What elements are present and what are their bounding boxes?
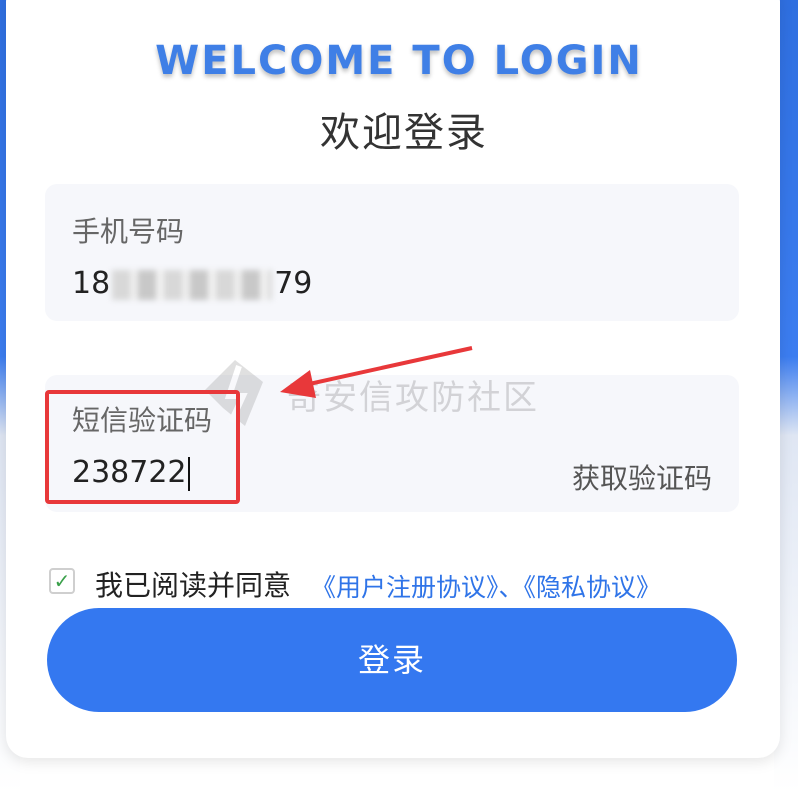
agree-checkbox[interactable]: ✓ [49,568,75,594]
agreement-links[interactable]: 《用户注册协议》、《隐私协议》 [311,568,661,604]
login-button[interactable]: 登录 [47,608,737,712]
highlight-box [45,390,240,504]
agreement-row: ✓ 我已阅读并同意 《用户注册协议》、《隐私协议》 [49,564,749,602]
welcome-heading: WELCOME TO LOGIN [155,38,643,84]
annotation-arrow-icon [280,346,473,398]
check-icon: ✓ [53,569,71,593]
phone-field[interactable]: 手机号码 18 79 [45,184,739,321]
phone-redaction [112,269,273,300]
phone-value-prefix: 18 [72,266,111,301]
page-title: 欢迎登录 [320,110,488,156]
phone-value-suffix: 79 [274,266,313,301]
agreement-text: 我已阅读并同意 [95,569,292,602]
phone-input[interactable]: 18 79 [72,266,312,301]
get-code-button[interactable]: 获取验证码 [572,457,712,497]
phone-label: 手机号码 [72,215,185,248]
